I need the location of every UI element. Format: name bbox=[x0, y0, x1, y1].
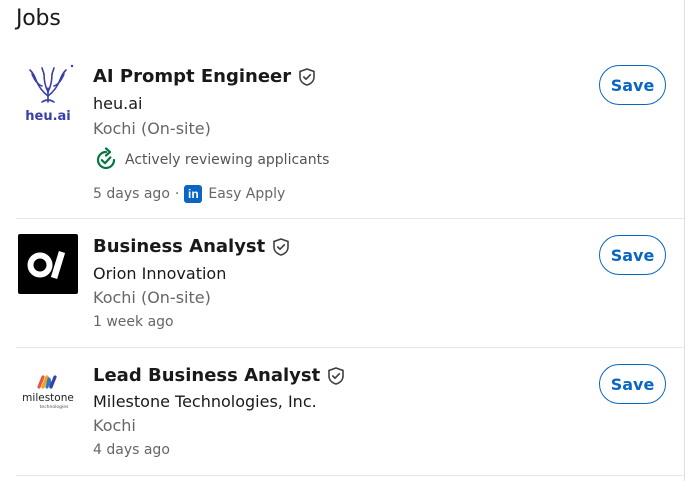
milestone-logo-icon: milestone technologies bbox=[22, 375, 74, 410]
company-name: Milestone Technologies, Inc. bbox=[93, 392, 317, 411]
job-location: Kochi bbox=[93, 416, 136, 435]
job-card-business-analyst[interactable]: Business Analyst Orion Innovation Kochi … bbox=[0, 219, 685, 348]
job-location: Kochi (On-site) bbox=[93, 288, 211, 307]
job-card-ai-prompt-engineer[interactable]: heu.ai AI Prompt Engineer heu.ai Kochi (… bbox=[0, 56, 685, 218]
job-meta: 1 week ago bbox=[93, 314, 174, 330]
company-logo-heu-ai[interactable]: heu.ai bbox=[18, 62, 78, 124]
milestone-logo-text: milestone bbox=[22, 392, 74, 404]
section-title: Jobs bbox=[16, 6, 61, 31]
heu-ai-logo-text: heu.ai bbox=[25, 109, 71, 124]
save-job-button[interactable]: Save bbox=[599, 235, 666, 275]
posted-time: 1 week ago bbox=[93, 314, 174, 330]
save-job-button[interactable]: Save bbox=[599, 364, 666, 404]
posted-time: 4 days ago bbox=[93, 442, 170, 458]
meta-separator: · bbox=[174, 186, 180, 202]
job-title-link[interactable]: Business Analyst bbox=[93, 236, 265, 257]
job-meta: 5 days ago · in Easy Apply bbox=[93, 185, 285, 203]
verified-shield-icon bbox=[299, 67, 315, 86]
heu-ai-logo-icon: heu.ai bbox=[25, 64, 74, 124]
verified-shield-icon bbox=[273, 237, 290, 256]
orion-logo-icon bbox=[27, 251, 66, 279]
divider bbox=[16, 475, 684, 476]
job-title-link[interactable]: Lead Business Analyst bbox=[93, 365, 320, 386]
easy-apply-label: Easy Apply bbox=[208, 186, 286, 202]
milestone-logo-subtext: technologies bbox=[40, 404, 69, 410]
company-name: Orion Innovation bbox=[93, 264, 227, 283]
job-title-link[interactable]: AI Prompt Engineer bbox=[93, 66, 291, 87]
insight-text: Actively reviewing applicants bbox=[125, 152, 330, 168]
posted-time: 5 days ago bbox=[93, 186, 170, 202]
actively-recruiting-icon bbox=[96, 147, 116, 170]
company-logo-milestone[interactable]: milestone technologies bbox=[18, 363, 78, 423]
linkedin-icon: in bbox=[184, 185, 203, 203]
jobs-card: Jobs heu.ai AI Prompt Engineer heu.ai Ko… bbox=[0, 0, 685, 481]
verified-shield-icon bbox=[328, 366, 345, 385]
job-insight: Actively reviewing applicants bbox=[93, 147, 329, 173]
company-logo-orion[interactable] bbox=[18, 234, 78, 294]
company-name: heu.ai bbox=[93, 94, 143, 113]
job-meta: 4 days ago bbox=[93, 442, 170, 458]
divider bbox=[16, 347, 684, 348]
save-job-button[interactable]: Save bbox=[599, 65, 666, 105]
job-card-lead-business-analyst[interactable]: milestone technologies Lead Business Ana… bbox=[0, 349, 685, 475]
job-location: Kochi (On-site) bbox=[93, 119, 211, 138]
